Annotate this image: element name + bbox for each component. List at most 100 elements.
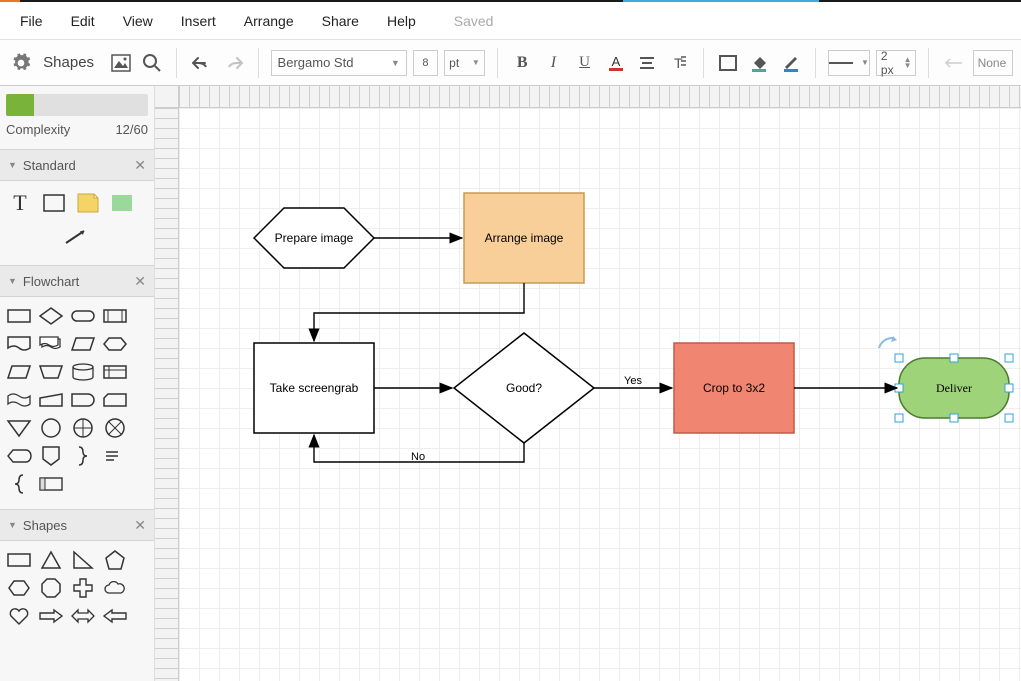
- fc-multidoc[interactable]: [38, 333, 64, 355]
- top-banner: [623, 0, 819, 2]
- fc-tape[interactable]: [6, 389, 32, 411]
- fc-io[interactable]: [6, 361, 32, 383]
- fc-note[interactable]: [102, 445, 128, 467]
- arrow-start-button[interactable]: [941, 49, 966, 77]
- fc-offpage[interactable]: [38, 445, 64, 467]
- line-style-select[interactable]: ▼: [828, 50, 870, 76]
- fc-decision[interactable]: [38, 305, 64, 327]
- fc-hexagon[interactable]: [102, 333, 128, 355]
- fc-connector[interactable]: [38, 417, 64, 439]
- fill-button[interactable]: [747, 49, 772, 77]
- note-shape[interactable]: [74, 189, 102, 217]
- menu-share[interactable]: Share: [308, 5, 373, 37]
- sh-pent[interactable]: [102, 549, 128, 571]
- saved-status: Saved: [454, 13, 494, 29]
- sh-rtri[interactable]: [70, 549, 96, 571]
- panel-shapes-header[interactable]: ▼ Shapes ✕: [0, 509, 154, 541]
- fc-brace-l[interactable]: [6, 473, 32, 495]
- fc-brace-r[interactable]: [70, 445, 96, 467]
- line-color-button[interactable]: [778, 49, 803, 77]
- edge-arrange-take[interactable]: [314, 283, 524, 341]
- pencil-icon: [781, 53, 801, 73]
- sh-heart[interactable]: [6, 605, 32, 627]
- canvas[interactable]: Prepare image Arrange image Take screeng…: [179, 108, 1021, 681]
- undo-icon: [192, 55, 212, 71]
- fc-data[interactable]: [70, 333, 96, 355]
- fc-sum[interactable]: [102, 417, 128, 439]
- close-icon[interactable]: ✕: [134, 157, 146, 174]
- fill-icon: [749, 53, 769, 73]
- text-block-button[interactable]: T: [666, 49, 691, 77]
- search-button[interactable]: [139, 49, 164, 77]
- border-button[interactable]: [716, 49, 741, 77]
- menu-help[interactable]: Help: [373, 5, 430, 37]
- sh-isotri[interactable]: [38, 549, 64, 571]
- ruler-vertical[interactable]: [155, 108, 179, 681]
- close-icon[interactable]: ✕: [134, 517, 146, 534]
- sh-cloud[interactable]: [102, 577, 128, 599]
- sidebar: Complexity 12/60 ▼ Standard ✕ T ▼ Flowch…: [0, 86, 155, 681]
- italic-button[interactable]: I: [541, 49, 566, 77]
- sh-arrow-r[interactable]: [38, 605, 64, 627]
- fc-delay[interactable]: [70, 389, 96, 411]
- fc-card[interactable]: [102, 389, 128, 411]
- fc-merge[interactable]: [6, 417, 32, 439]
- border-icon: [718, 54, 738, 72]
- menu-arrange[interactable]: Arrange: [230, 5, 308, 37]
- text-shape[interactable]: T: [6, 189, 34, 217]
- image-icon: [111, 54, 131, 72]
- chevron-down-icon: ▼: [8, 520, 17, 530]
- menu-insert[interactable]: Insert: [167, 5, 230, 37]
- sh-arrow-l[interactable]: [102, 605, 128, 627]
- underline-button[interactable]: U: [572, 49, 597, 77]
- sh-hex[interactable]: [6, 577, 32, 599]
- fc-terminator[interactable]: [70, 305, 96, 327]
- arrow-start-icon: [944, 57, 964, 69]
- fc-predef[interactable]: [102, 305, 128, 327]
- menu-edit[interactable]: Edit: [57, 5, 109, 37]
- fc-process[interactable]: [6, 305, 32, 327]
- bold-button[interactable]: B: [510, 49, 535, 77]
- fc-manual[interactable]: [38, 361, 64, 383]
- shapes-label: Shapes: [43, 54, 94, 71]
- font-size-input[interactable]: 8: [413, 50, 438, 76]
- arrow-end-select[interactable]: None: [973, 50, 1014, 76]
- edge-yes-label: Yes: [624, 375, 642, 387]
- line-shape[interactable]: [6, 223, 148, 251]
- rotate-handle-icon[interactable]: [879, 338, 893, 348]
- image-button[interactable]: [108, 49, 133, 77]
- panel-shapes-body: [0, 541, 154, 635]
- menu-view[interactable]: View: [109, 5, 167, 37]
- redo-button[interactable]: [220, 49, 245, 77]
- sh-cross[interactable]: [70, 577, 96, 599]
- undo-button[interactable]: [189, 49, 214, 77]
- fc-database[interactable]: [70, 361, 96, 383]
- text-color-button[interactable]: A: [603, 49, 628, 77]
- font-unit-select[interactable]: pt ▼: [444, 50, 485, 76]
- fc-or[interactable]: [70, 417, 96, 439]
- font-select[interactable]: Bergamo Std ▼: [271, 50, 407, 76]
- complexity-label: Complexity: [6, 122, 70, 137]
- panel-standard-header[interactable]: ▼ Standard ✕: [0, 149, 154, 181]
- panel-standard-body: T: [0, 181, 154, 259]
- chevron-down-icon: ▼: [861, 58, 869, 67]
- block-shape[interactable]: [108, 189, 136, 217]
- shapes-manager-button[interactable]: [8, 49, 33, 77]
- panel-flowchart-header[interactable]: ▼ Flowchart ✕: [0, 265, 154, 297]
- align-button[interactable]: [634, 49, 659, 77]
- fc-internal[interactable]: [102, 361, 128, 383]
- fc-swim[interactable]: [38, 473, 64, 495]
- sh-arrow-lr[interactable]: [70, 605, 96, 627]
- rect-shape[interactable]: [40, 189, 68, 217]
- sh-rect[interactable]: [6, 549, 32, 571]
- menu-file[interactable]: File: [6, 5, 57, 37]
- ruler-horizontal[interactable]: [179, 86, 1021, 108]
- fc-display[interactable]: [6, 445, 32, 467]
- fc-document[interactable]: [6, 333, 32, 355]
- fc-manualin[interactable]: [38, 389, 64, 411]
- font-name: Bergamo Std: [278, 55, 354, 70]
- diagram[interactable]: Prepare image Arrange image Take screeng…: [179, 108, 1021, 681]
- line-width-input[interactable]: 2 px ▲▼: [876, 50, 917, 76]
- sh-oct[interactable]: [38, 577, 64, 599]
- close-icon[interactable]: ✕: [134, 273, 146, 290]
